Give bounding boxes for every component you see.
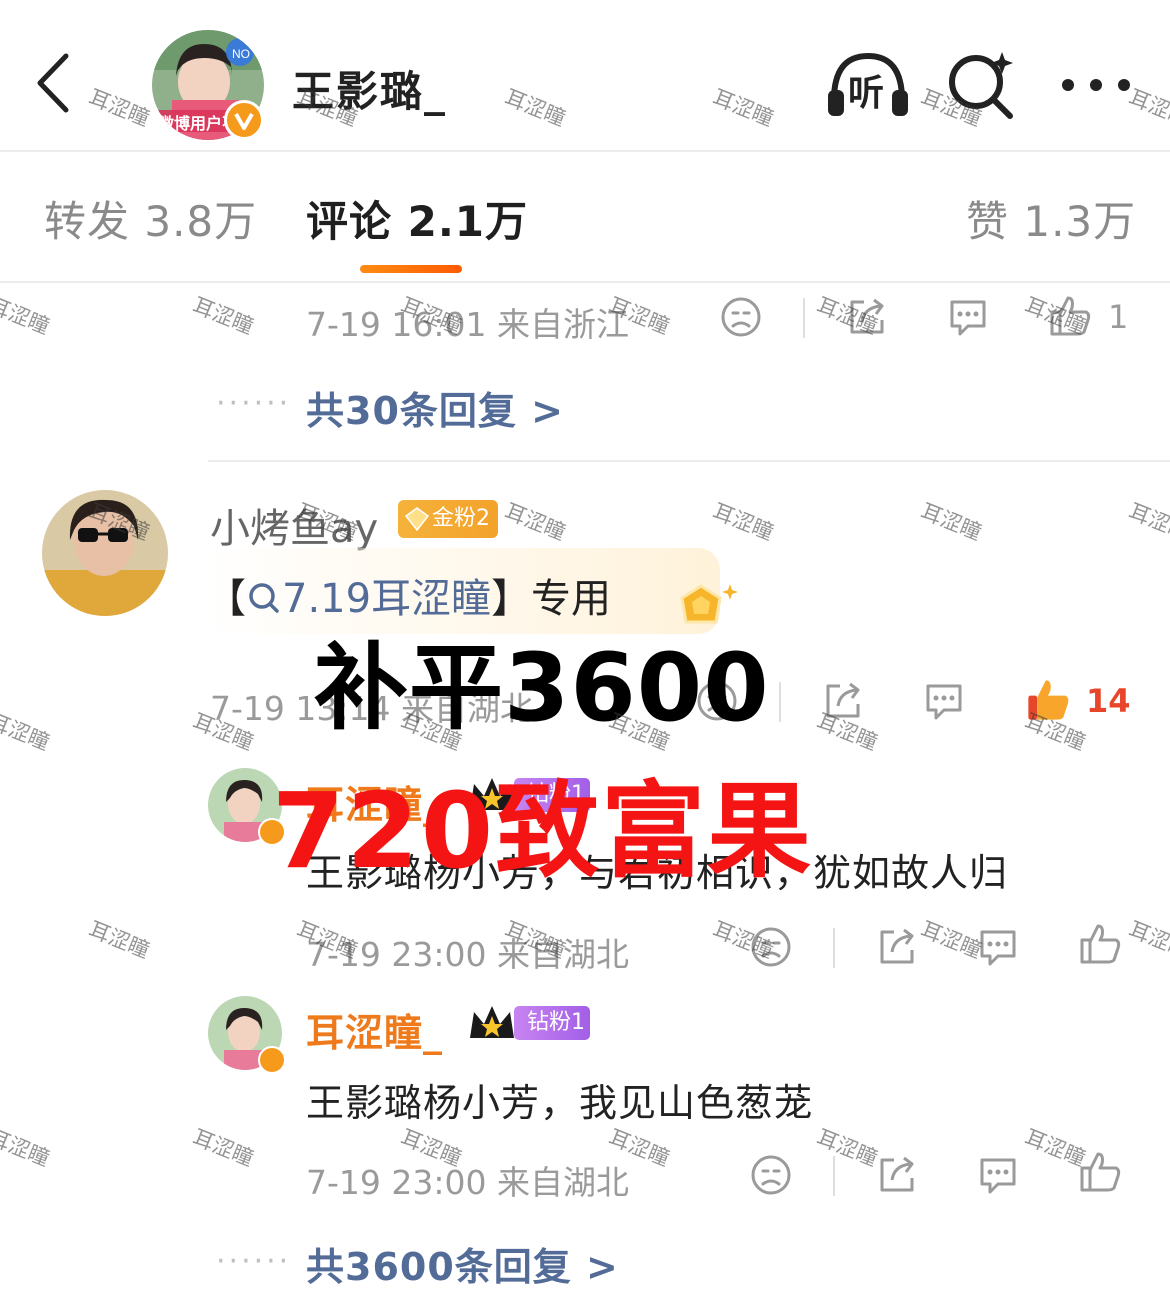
listen-label: 听: [848, 73, 885, 114]
like-count: 14: [1086, 682, 1131, 720]
divider: [833, 928, 835, 968]
divider: [0, 281, 1170, 283]
diamond-fan-badge: 钻粉1: [514, 1006, 590, 1040]
watermark: 耳涩瞳: [1021, 1125, 1089, 1171]
gem-icon: [404, 507, 430, 532]
tab-comment[interactable]: 评论 2.1万: [306, 188, 528, 249]
more-icon[interactable]: [1058, 70, 1138, 100]
reply-text: 王影璐杨小芳，我见山色葱茏: [306, 1081, 814, 1125]
comment-icon[interactable]: [922, 680, 966, 722]
watermark: 耳涩瞳: [709, 499, 777, 545]
top-nav-bar: NO 微博用户不 王影璐_ 听: [0, 0, 1170, 152]
watermark: 耳涩瞳: [0, 293, 53, 339]
watermark: 耳涩瞳: [0, 1125, 53, 1171]
view-replies-link[interactable]: 共30条回复 >: [306, 380, 564, 435]
comment-meta: 7-19 16:01 来自浙江: [306, 305, 629, 344]
watermark: 耳涩瞳: [917, 917, 985, 963]
back-icon[interactable]: [28, 48, 88, 118]
thumb-up-icon[interactable]: [1078, 922, 1122, 966]
watermark: 耳涩瞳: [189, 1125, 257, 1171]
watermark: 耳涩瞳: [917, 499, 985, 545]
watermark: 耳涩瞳: [501, 499, 569, 545]
verified-badge-icon: [224, 100, 264, 140]
watermark: 耳涩瞳: [0, 709, 53, 755]
reply-dots: ······: [216, 1244, 292, 1279]
active-tab-indicator: [360, 265, 462, 273]
share-icon[interactable]: [876, 926, 918, 968]
comment-icon[interactable]: [976, 926, 1020, 968]
sad-face-icon[interactable]: [720, 296, 762, 338]
overlay-text-red: 720致富果: [272, 770, 814, 892]
divider: [803, 298, 805, 338]
fan-badge-label: 金粉2: [432, 506, 490, 531]
search-icon: [249, 583, 279, 613]
fan-badge: 金粉2: [398, 500, 498, 538]
divider: [833, 1156, 835, 1196]
sad-face-icon[interactable]: [750, 1154, 792, 1196]
watermark: 耳涩瞳: [709, 917, 777, 963]
watermark: 耳涩瞳: [1125, 499, 1170, 545]
svg-text:NO: NO: [232, 47, 250, 61]
watermark: 耳涩瞳: [813, 1125, 881, 1171]
like-count: 1: [1108, 298, 1129, 336]
tab-forward[interactable]: 转发 3.8万: [44, 188, 257, 249]
watermark: 耳涩瞳: [1125, 917, 1170, 963]
verified-badge-icon: [258, 1046, 286, 1074]
divider: [208, 460, 1170, 462]
reply-dots: ······: [216, 386, 292, 421]
view-replies-link[interactable]: 共3600条回复 >: [306, 1236, 619, 1291]
watermark: 耳涩瞳: [189, 293, 257, 339]
reply-meta: 7-19 23:00 来自湖北: [306, 1163, 629, 1202]
tab-like[interactable]: 赞 1.3万: [966, 188, 1136, 249]
divider: [779, 682, 781, 722]
bracket: 【: [206, 576, 246, 622]
comment-icon[interactable]: [946, 296, 990, 338]
listen-icon[interactable]: 听: [824, 50, 912, 118]
reply-author-name[interactable]: 耳涩瞳_: [306, 1002, 443, 1057]
crown-icon: [470, 1006, 514, 1038]
comment-icon[interactable]: [976, 1154, 1020, 1196]
share-icon[interactable]: [876, 1154, 918, 1196]
overlay-text-black: 补平3600: [314, 634, 770, 743]
watermark: 耳涩瞳: [85, 917, 153, 963]
